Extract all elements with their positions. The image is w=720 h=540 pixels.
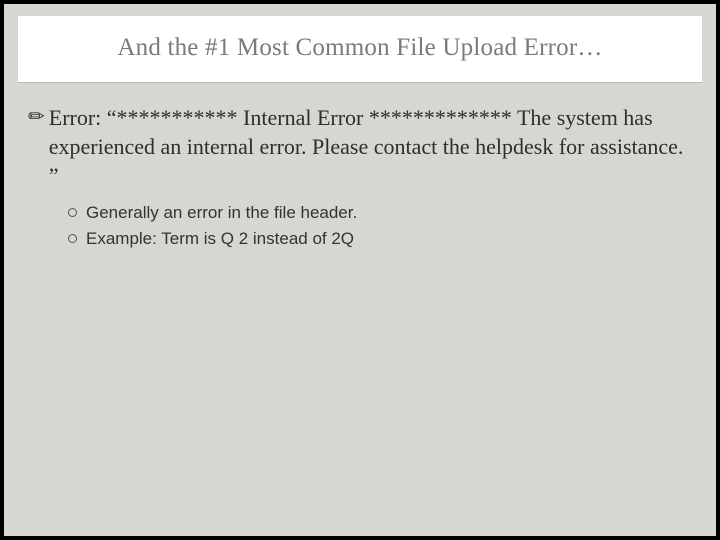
list-item: Generally an error in the file header. bbox=[64, 200, 692, 226]
main-bullet-text: Error: “*********** Internal Error *****… bbox=[49, 103, 692, 190]
sub-bullet-text: Generally an error in the file header. bbox=[86, 200, 357, 226]
ring-bullet-icon bbox=[64, 208, 80, 217]
slide: And the #1 Most Common File Upload Error… bbox=[4, 4, 716, 536]
ring-bullet-icon bbox=[64, 234, 80, 243]
scribble-bullet-icon: ✏ bbox=[28, 103, 45, 131]
list-item: Example: Term is Q 2 instead of 2Q bbox=[64, 226, 692, 252]
body-area: ✏ Error: “*********** Internal Error ***… bbox=[4, 83, 716, 251]
sub-bullet-text: Example: Term is Q 2 instead of 2Q bbox=[86, 226, 354, 252]
slide-title: And the #1 Most Common File Upload Error… bbox=[38, 34, 682, 62]
sub-bullet-list: Generally an error in the file header. E… bbox=[28, 200, 692, 251]
main-bullet: ✏ Error: “*********** Internal Error ***… bbox=[28, 103, 692, 190]
title-area: And the #1 Most Common File Upload Error… bbox=[18, 16, 702, 83]
